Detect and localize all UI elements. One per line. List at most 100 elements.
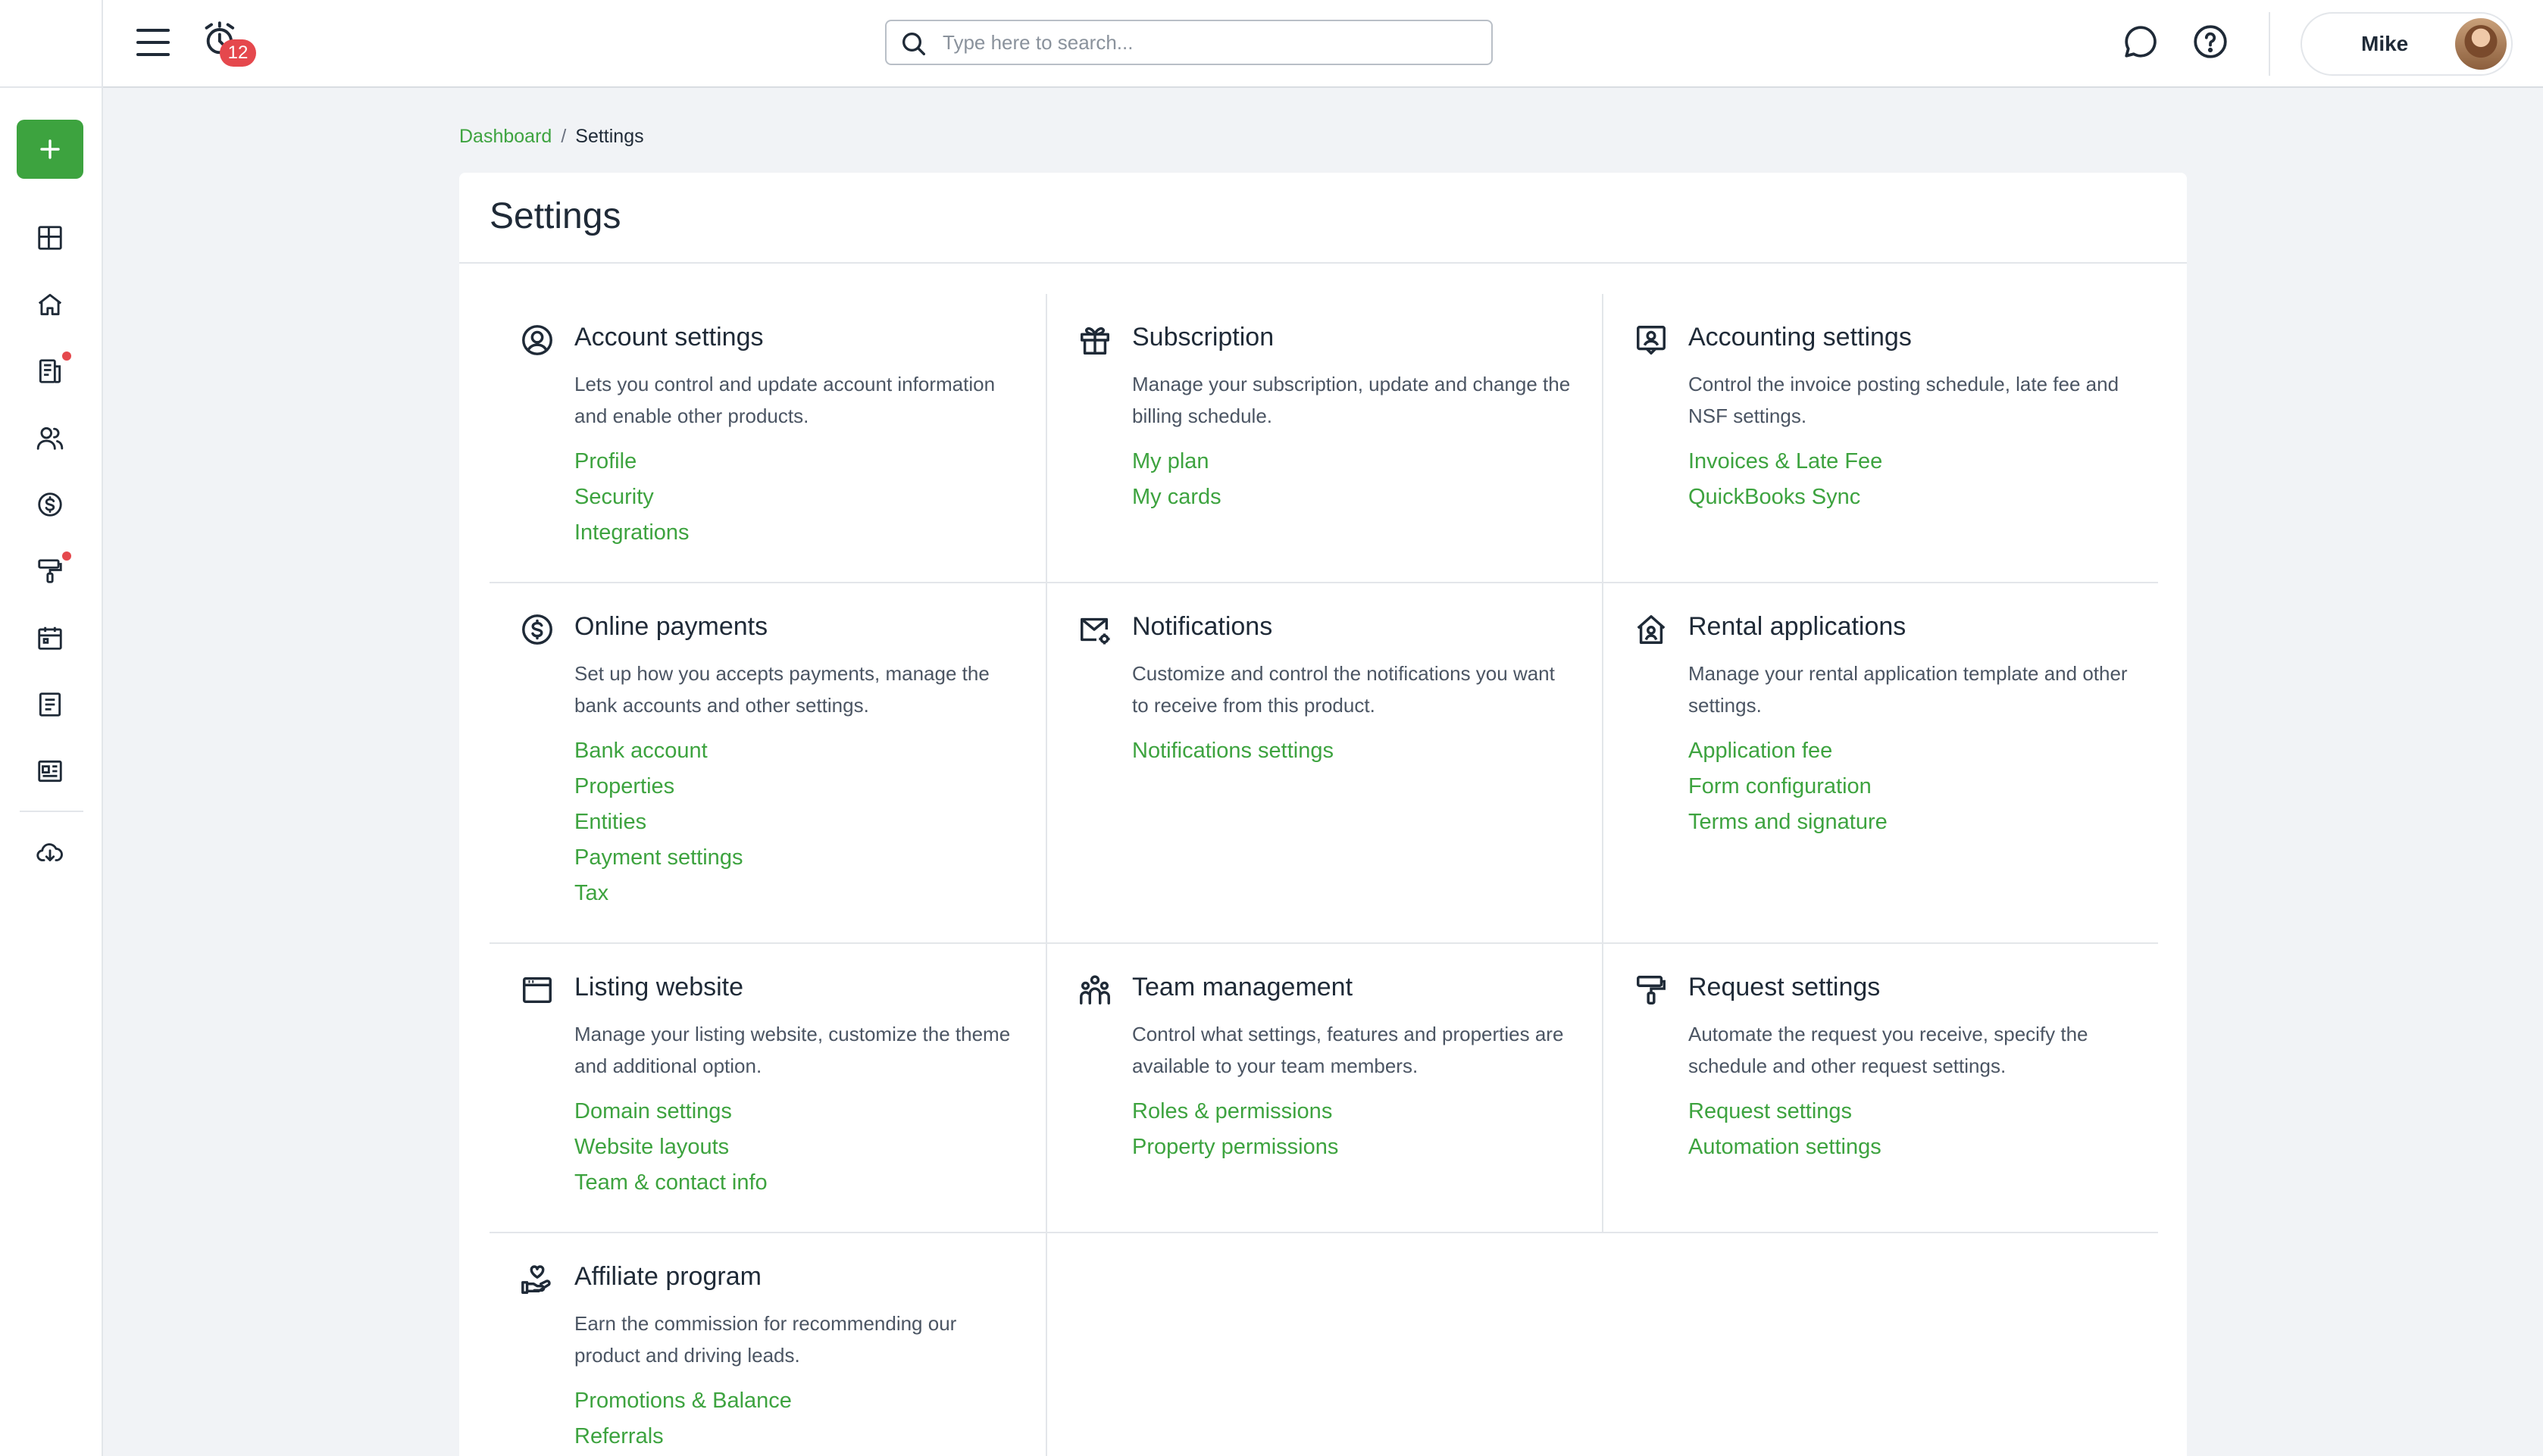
add-button[interactable] <box>17 120 83 179</box>
menu-icon-bar <box>136 29 170 32</box>
sidebar-item-download[interactable] <box>33 836 67 870</box>
section-account-settings: Account settings Lets you control and up… <box>490 294 1046 583</box>
link-request-settings[interactable]: Request settings <box>1688 1094 2158 1129</box>
section-title: Account settings <box>574 323 764 352</box>
section-online-payments: Online payments Set up how you accepts p… <box>490 583 1046 944</box>
notification-badge: 12 <box>220 39 256 67</box>
sidebar-item-dashboard[interactable] <box>33 221 67 255</box>
link-properties[interactable]: Properties <box>574 769 1046 805</box>
link-terms-and-signature[interactable]: Terms and signature <box>1688 805 2158 840</box>
people-icon <box>36 426 64 450</box>
section-links: Bank account Properties Entities Payment… <box>574 733 1046 911</box>
sidebar-item-people[interactable] <box>33 421 67 455</box>
top-bar: 12 Mike <box>103 0 2543 88</box>
link-promotions-balance[interactable]: Promotions & Balance <box>574 1383 1046 1419</box>
breadcrumb-dashboard[interactable]: Dashboard <box>459 126 552 148</box>
sidebar-item-payments[interactable] <box>33 488 67 521</box>
link-team-contact-info[interactable]: Team & contact info <box>574 1165 1046 1201</box>
section-description: Earn the commission for recommending our… <box>574 1312 957 1367</box>
help-icon <box>2194 25 2227 58</box>
user-circle-icon <box>520 323 555 358</box>
section-title: Listing website <box>574 973 744 1001</box>
section-request-settings: Request settings Automate the request yo… <box>1602 944 2158 1233</box>
calendar-icon <box>38 626 62 650</box>
payments-icon <box>38 492 62 517</box>
link-form-configuration[interactable]: Form configuration <box>1688 769 2158 805</box>
link-integrations[interactable]: Integrations <box>574 515 1046 551</box>
sidebar-divider <box>20 811 83 812</box>
section-affiliate-program: Affiliate program Earn the commission fo… <box>490 1233 1046 1456</box>
settings-header: Settings <box>459 173 2187 264</box>
help-button[interactable] <box>2191 23 2229 61</box>
section-links: Notifications settings <box>1132 733 1602 769</box>
mail-gear-icon <box>1078 612 1112 647</box>
sidebar-item-calendar[interactable] <box>33 621 67 655</box>
section-links: Request settings Automation settings <box>1688 1094 2158 1165</box>
sidebar <box>0 0 103 1456</box>
link-application-fee[interactable]: Application fee <box>1688 733 2158 769</box>
link-website-layouts[interactable]: Website layouts <box>574 1129 1046 1165</box>
section-links: Invoices & Late Fee QuickBooks Sync <box>1688 444 2158 515</box>
settings-card: Settings Account settings Lets you contr… <box>459 173 2187 1456</box>
user-name: Mike <box>2361 32 2409 55</box>
link-bank-account[interactable]: Bank account <box>574 733 1046 769</box>
breadcrumb: Dashboard / Settings <box>459 126 644 148</box>
section-title: Team management <box>1132 973 1353 1001</box>
empty-cell <box>1602 1233 2158 1456</box>
paint-roller-icon <box>1634 973 1669 1008</box>
section-links: Domain settings Website layouts Team & c… <box>574 1094 1046 1201</box>
link-profile[interactable]: Profile <box>574 444 1046 480</box>
link-payment-settings[interactable]: Payment settings <box>574 840 1046 876</box>
accounting-icon <box>1634 323 1669 358</box>
link-entities[interactable]: Entities <box>574 805 1046 840</box>
alarm-button[interactable]: 12 <box>202 20 256 70</box>
menu-button[interactable] <box>136 26 170 59</box>
section-title: Online payments <box>574 612 768 641</box>
plus-icon <box>40 139 60 159</box>
link-my-plan[interactable]: My plan <box>1132 444 1602 480</box>
sidebar-item-properties[interactable] <box>33 288 67 321</box>
search-bar[interactable] <box>885 20 1493 65</box>
menu-icon-bar <box>136 53 170 56</box>
sidebar-item-listings[interactable] <box>33 755 67 788</box>
hand-heart-icon <box>520 1262 555 1297</box>
section-title: Request settings <box>1688 973 1881 1001</box>
sidebar-item-reports[interactable] <box>33 688 67 721</box>
maintenance-icon <box>38 559 62 583</box>
link-invoices-late-fee[interactable]: Invoices & Late Fee <box>1688 444 2158 480</box>
section-title: Rental applications <box>1688 612 1906 641</box>
section-rental-applications: Rental applications Manage your rental a… <box>1602 583 2158 944</box>
link-quickbooks-sync[interactable]: QuickBooks Sync <box>1688 480 2158 515</box>
link-notifications-settings[interactable]: Notifications settings <box>1132 733 1602 769</box>
leases-icon <box>39 359 61 383</box>
page-title: Settings <box>490 196 621 236</box>
sidebar-item-maintenance[interactable] <box>33 551 71 588</box>
link-security[interactable]: Security <box>574 480 1046 515</box>
section-description: Manage your listing website, customize t… <box>574 1023 1011 1077</box>
download-icon <box>36 843 63 861</box>
section-notifications: Notifications Customize and control the … <box>1046 583 1602 944</box>
sidebar-item-leases[interactable] <box>33 352 71 388</box>
settings-grid: Account settings Lets you control and up… <box>490 294 2158 1456</box>
link-referrals[interactable]: Referrals <box>574 1419 1046 1454</box>
section-description: Customize and control the notifications … <box>1132 662 1555 717</box>
user-menu[interactable]: Mike <box>2301 12 2513 76</box>
section-links: My plan My cards <box>1132 444 1602 515</box>
section-title: Accounting settings <box>1688 323 1912 352</box>
chat-button[interactable] <box>2122 23 2160 61</box>
link-automation-settings[interactable]: Automation settings <box>1688 1129 2158 1165</box>
section-title: Notifications <box>1132 612 1273 641</box>
section-links: Profile Security Integrations <box>574 444 1046 551</box>
browser-window-icon <box>520 973 555 1008</box>
section-links: Promotions & Balance Referrals <box>574 1383 1046 1454</box>
link-my-cards[interactable]: My cards <box>1132 480 1602 515</box>
link-roles-permissions[interactable]: Roles & permissions <box>1132 1094 1602 1129</box>
search-input[interactable] <box>943 30 1491 55</box>
link-property-permissions[interactable]: Property permissions <box>1132 1129 1602 1165</box>
section-links: Application fee Form configuration Terms… <box>1688 733 2158 840</box>
menu-icon-bar <box>136 41 170 44</box>
section-team-management: Team management Control what settings, f… <box>1046 944 1602 1233</box>
link-domain-settings[interactable]: Domain settings <box>574 1094 1046 1129</box>
link-tax[interactable]: Tax <box>574 876 1046 911</box>
team-icon <box>1078 973 1112 1008</box>
